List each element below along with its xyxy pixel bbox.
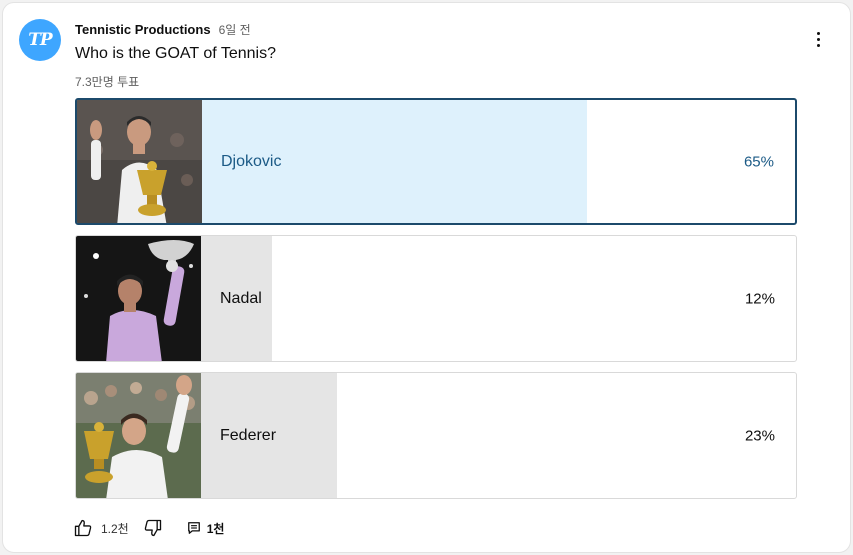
djokovic-photo	[77, 100, 202, 223]
option-percent: 12%	[744, 290, 775, 307]
dislike-button[interactable]	[143, 518, 163, 538]
federer-photo	[76, 373, 201, 498]
channel-name[interactable]: Tennistic Productions	[75, 22, 211, 37]
poll-post-card: TP Tennistic Productions 6일 전 Who is the…	[2, 2, 851, 553]
poll-option-federer[interactable]: Federer 23%	[75, 372, 797, 499]
like-button[interactable]: 1.2천	[73, 518, 143, 538]
channel-avatar[interactable]: TP	[19, 19, 61, 61]
vote-count: 7.3만명 투표	[75, 75, 140, 89]
option-label: Federer	[220, 426, 277, 444]
thumbs-down-icon	[144, 519, 161, 537]
nadal-photo-illustration	[76, 236, 201, 361]
option-percent: 23%	[744, 427, 775, 444]
comments-button[interactable]: 1천	[187, 520, 225, 537]
more-vertical-icon-dot	[816, 37, 820, 41]
more-vertical-icon-dot	[816, 43, 820, 47]
comment-count: 1천	[206, 521, 225, 536]
option-label: Nadal	[220, 289, 262, 307]
poll-question: Who is the GOAT of Tennis?	[75, 45, 276, 62]
post-header: Tennistic Productions 6일 전 Who is the GO…	[75, 21, 276, 90]
thumbs-up-icon	[74, 519, 92, 537]
more-vertical-icon	[816, 31, 820, 35]
author-line: Tennistic Productions 6일 전	[75, 21, 276, 38]
djokovic-photo-illustration	[77, 100, 202, 223]
federer-photo-illustration	[76, 373, 201, 498]
like-count: 1.2천	[101, 521, 129, 536]
poll-option-nadal[interactable]: Nadal 12%	[75, 235, 797, 362]
comment-icon	[187, 522, 200, 534]
post-time[interactable]: 6일 전	[219, 21, 251, 38]
engagement-bar: 1.2천 1천	[73, 518, 224, 538]
nadal-photo	[76, 236, 201, 361]
poll-option-djokovic[interactable]: Djokovic 65%	[75, 98, 797, 225]
avatar-logo-text: TP	[28, 30, 52, 50]
option-percent: 65%	[743, 153, 774, 170]
poll-options: Djokovic 65% Nadal 12% Federer 23%	[75, 98, 797, 509]
option-label: Djokovic	[221, 152, 282, 170]
more-actions-button[interactable]	[808, 27, 828, 51]
